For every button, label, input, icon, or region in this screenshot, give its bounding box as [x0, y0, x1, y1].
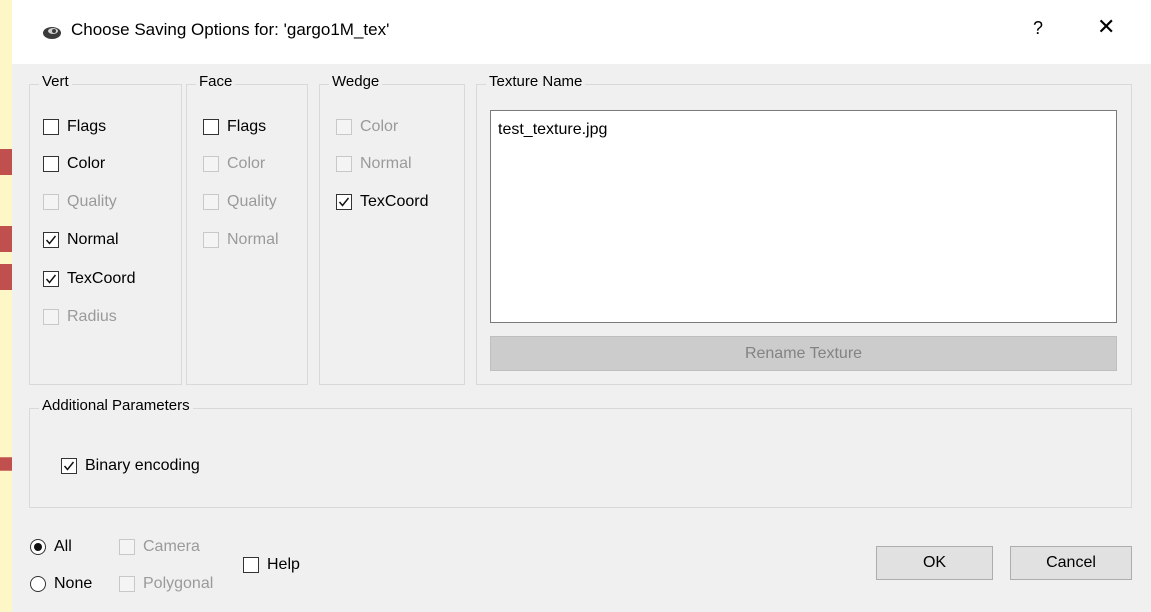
vert-radius-label: Radius — [67, 308, 117, 325]
binary-encoding-label: Binary encoding — [85, 457, 200, 474]
vert-normal-label: Normal — [67, 231, 119, 248]
vert-color-label: Color — [67, 155, 106, 172]
additional-parameters-title: Additional Parameters — [39, 397, 193, 414]
vert-flags-option[interactable]: Flags — [43, 118, 106, 136]
vert-color-option[interactable]: Color — [43, 155, 105, 173]
cancel-button[interactable]: Cancel — [1010, 546, 1132, 580]
vert-color-checkbox[interactable] — [43, 156, 59, 172]
vert-normal-option[interactable]: Normal — [43, 231, 119, 249]
select-all-label: All — [54, 538, 72, 555]
camera-checkbox — [119, 539, 135, 555]
vert-quality-option: Quality — [43, 193, 117, 211]
camera-label: Camera — [143, 538, 200, 555]
vert-group: Vert Flags Color Quality Normal TexCoord… — [29, 73, 182, 385]
wedge-normal-checkbox — [336, 156, 352, 172]
select-none-label: None — [54, 575, 93, 592]
select-all-radio[interactable] — [30, 539, 46, 555]
face-flags-label: Flags — [227, 118, 267, 135]
help-label: Help — [267, 556, 300, 573]
vert-radius-checkbox — [43, 309, 59, 325]
face-group-title: Face — [196, 73, 236, 90]
face-quality-option: Quality — [203, 193, 277, 211]
vert-texcoord-checkbox[interactable] — [43, 271, 59, 287]
vert-texcoord-label: TexCoord — [67, 270, 136, 287]
texture-name-group-title: Texture Name — [486, 73, 586, 90]
face-quality-label: Quality — [227, 193, 277, 210]
vert-radius-option: Radius — [43, 308, 117, 326]
wedge-texcoord-label: TexCoord — [360, 193, 429, 210]
select-none-radio[interactable] — [30, 576, 46, 592]
wedge-color-label: Color — [360, 118, 399, 135]
polygonal-checkbox — [119, 576, 135, 592]
camera-option: Camera — [119, 538, 200, 556]
help-checkbox[interactable] — [243, 557, 259, 573]
meshlab-app-icon — [43, 27, 61, 39]
wedge-normal-option: Normal — [336, 155, 412, 173]
select-none-radio-option[interactable]: None — [30, 575, 92, 593]
vert-group-title: Vert — [39, 73, 72, 90]
ok-button[interactable]: OK — [876, 546, 993, 580]
face-color-option: Color — [203, 155, 265, 173]
vert-flags-label: Flags — [67, 118, 107, 135]
wedge-normal-label: Normal — [360, 155, 412, 172]
wedge-color-option: Color — [336, 118, 398, 136]
wedge-group: Wedge Color Normal TexCoord — [319, 73, 465, 385]
face-flags-option[interactable]: Flags — [203, 118, 266, 136]
face-normal-option: Normal — [203, 231, 279, 249]
face-flags-checkbox[interactable] — [203, 119, 219, 135]
face-group: Face Flags Color Quality Normal — [186, 73, 308, 385]
vert-flags-checkbox[interactable] — [43, 119, 59, 135]
face-color-label: Color — [227, 155, 266, 172]
texture-name-field[interactable]: test_texture.jpg — [490, 110, 1117, 323]
additional-parameters-group: Additional Parameters Binary encoding — [29, 397, 1132, 508]
polygonal-option: Polygonal — [119, 575, 213, 593]
title-bar: Choose Saving Options for: 'gargo1M_tex'… — [12, 0, 1151, 64]
wedge-group-title: Wedge — [329, 73, 383, 90]
wedge-color-checkbox — [336, 119, 352, 135]
close-icon[interactable]: ✕ — [1097, 16, 1115, 38]
face-normal-checkbox — [203, 232, 219, 248]
polygonal-label: Polygonal — [143, 575, 214, 592]
face-normal-label: Normal — [227, 231, 279, 248]
save-options-dialog: Choose Saving Options for: 'gargo1M_tex'… — [12, 0, 1151, 612]
rename-texture-button: Rename Texture — [490, 336, 1117, 371]
window-title: Choose Saving Options for: 'gargo1M_tex' — [71, 20, 390, 39]
face-color-checkbox — [203, 156, 219, 172]
binary-encoding-checkbox[interactable] — [61, 458, 77, 474]
vert-quality-checkbox — [43, 194, 59, 210]
help-icon[interactable]: ? — [1033, 18, 1043, 39]
wedge-texcoord-checkbox[interactable] — [336, 194, 352, 210]
wedge-texcoord-option[interactable]: TexCoord — [336, 193, 428, 211]
help-option[interactable]: Help — [243, 556, 300, 574]
vert-texcoord-option[interactable]: TexCoord — [43, 270, 135, 288]
vert-normal-checkbox[interactable] — [43, 232, 59, 248]
binary-encoding-option[interactable]: Binary encoding — [61, 457, 200, 475]
vert-quality-label: Quality — [67, 193, 117, 210]
face-quality-checkbox — [203, 194, 219, 210]
select-all-radio-option[interactable]: All — [30, 538, 72, 556]
